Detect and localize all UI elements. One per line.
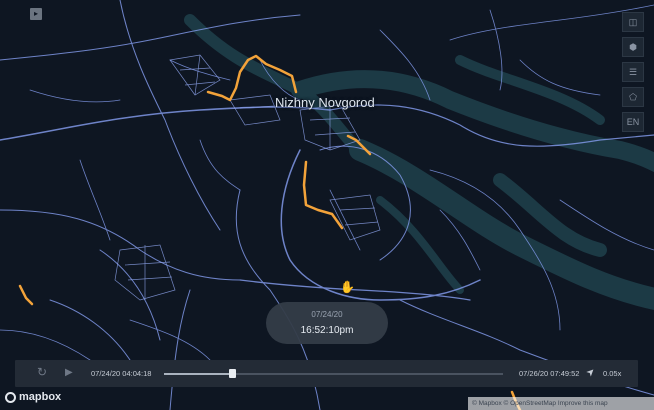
expand-panel-button[interactable]: ▸ <box>30 8 42 20</box>
slider-fill <box>164 373 232 375</box>
table-icon: ☰ <box>628 66 638 77</box>
current-time-bubble: 07/24/20 16:52:10pm <box>266 302 388 344</box>
time-slider[interactable] <box>164 369 503 378</box>
cube-icon: ⬢ <box>629 41 637 52</box>
current-date: 07/24/20 <box>311 310 343 319</box>
slider-thumb[interactable] <box>228 369 236 378</box>
current-time: 16:52:10pm <box>300 325 354 336</box>
mapbox-logo-text: mapbox <box>19 391 62 403</box>
draw-polygon-button[interactable]: ⬠ <box>622 87 644 107</box>
language-label: EN <box>626 117 640 127</box>
split-panel-icon: ◫ <box>628 16 638 27</box>
end-time: 07/26/20 07:49:52 <box>519 369 580 378</box>
3d-view-button[interactable]: ⬢ <box>622 37 644 57</box>
map-toolbar: ◫ ⬢ ☰ ⬠ EN <box>622 12 644 137</box>
polygon-icon: ⬠ <box>629 91 637 102</box>
play-icon[interactable]: ▶ <box>65 367 73 378</box>
language-button[interactable]: EN <box>622 112 644 132</box>
map-canvas[interactable] <box>0 0 654 410</box>
hand-cursor-icon: ✋ <box>340 280 355 294</box>
speed-icon[interactable]: ➤ <box>584 366 598 380</box>
layers-button[interactable]: ◫ <box>622 12 644 32</box>
start-time: 07/24/20 04:04:18 <box>91 369 152 378</box>
replay-icon[interactable]: ↻ <box>37 365 47 379</box>
data-table-button[interactable]: ☰ <box>622 62 644 82</box>
city-label: Nizhny Novgorod <box>275 95 375 110</box>
mapbox-logo[interactable]: mapbox <box>5 391 61 403</box>
playback-bar: ↻ ▶ 07/24/20 04:04:18 07/26/20 07:49:52 … <box>15 360 638 387</box>
chevron-right-icon: ▸ <box>33 9 38 18</box>
mapbox-icon <box>5 391 16 403</box>
map-attribution[interactable]: © Mapbox © OpenStreetMap Improve this ma… <box>468 397 654 410</box>
speed-value[interactable]: 0.05x <box>603 369 621 378</box>
